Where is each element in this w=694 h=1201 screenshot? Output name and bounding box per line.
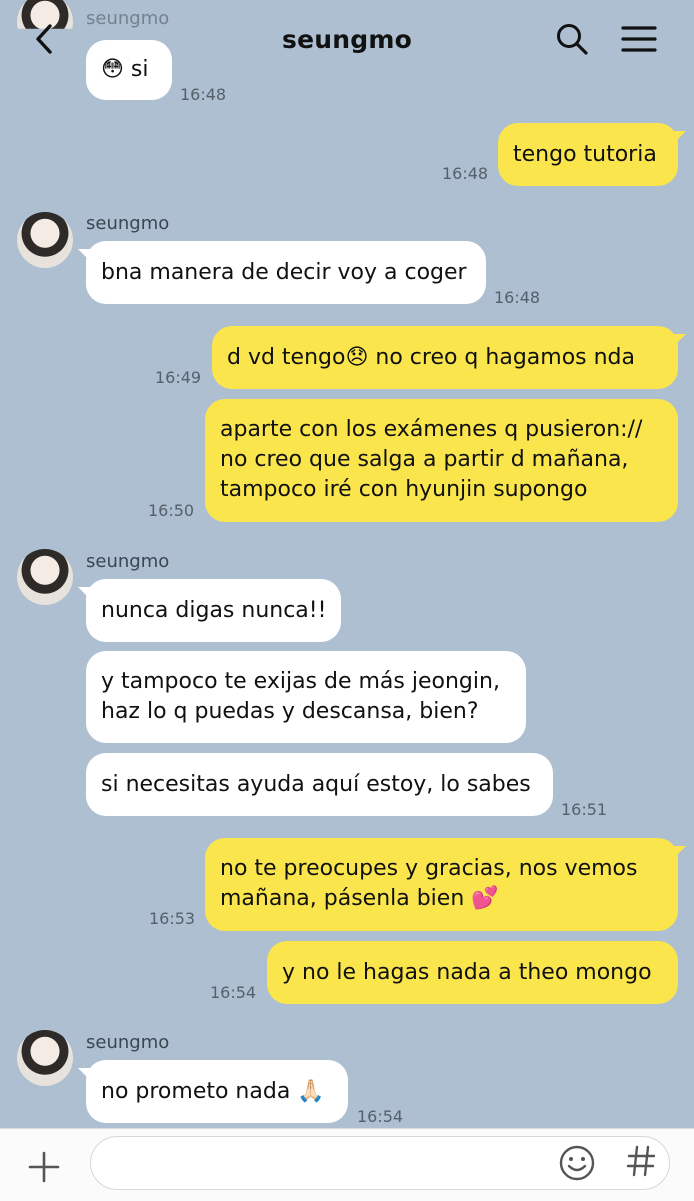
menu-button[interactable] [617,17,661,61]
message-time: 16:48 [180,85,227,104]
outgoing-message[interactable]: d vd tengo😞 no creo q hagamos nda [212,326,678,389]
hashtag-button[interactable] [624,1144,658,1182]
contact-avatar[interactable] [17,549,73,605]
plus-icon [28,1151,60,1183]
chevron-left-icon [36,24,52,54]
message-time: 16:53 [149,909,196,928]
sender-name: seungmo [86,551,170,572]
message-time: 16:49 [155,368,202,387]
message-time: 16:51 [561,800,608,819]
message-line: tampoco iré con hyunjin supongo [220,477,588,502]
message-line: no creo que salga a partir d mañana, [220,447,629,472]
message-line: y tampoco te exijas de más jeongin, [101,669,500,694]
message-text: tengo tutoria [513,141,657,167]
message-text: si necesitas ayuda aquí estoy, lo sabes [101,771,531,797]
message-line: aparte con los exámenes q pusieron:// [220,417,643,442]
message-text: d vd tengo😞 no creo q hagamos nda [227,344,635,370]
contact-avatar[interactable] [17,212,73,268]
message-time: 16:50 [148,501,195,520]
message-time: 16:48 [442,164,489,183]
incoming-message[interactable]: y tampoco te exijas de más jeongin, haz … [86,651,526,743]
smiley-icon [559,1145,595,1181]
message-text: bna manera de decir voy a coger [101,259,467,285]
sender-name: seungmo [86,213,170,234]
incoming-message[interactable]: bna manera de decir voy a coger [86,241,486,304]
message-line: haz lo q puedas y descansa, bien? [101,699,479,724]
message-line: no te preocupes y gracias, nos vemos [220,856,638,881]
message-time: 16:54 [357,1107,404,1126]
back-button[interactable] [22,17,66,61]
chat-area: seungmo 😳 si 16:48 tengo tutoria 16:48 s… [0,0,694,1130]
message-line: mañana, pásenla bien 💕 [220,886,499,911]
hashtag-icon [626,1145,656,1177]
chat-header: seungmo [0,0,694,78]
incoming-message[interactable]: no prometo nada 🙏🏻 [86,1060,348,1123]
outgoing-message[interactable]: aparte con los exámenes q pusieron:// no… [205,399,678,522]
search-icon [557,24,588,55]
message-text: nunca digas nunca!! [101,597,327,623]
search-button[interactable] [550,17,594,61]
message-text: y no le hagas nada a theo mongo [282,959,652,985]
message-time: 16:54 [210,983,257,1002]
message-time: 16:48 [494,288,541,307]
outgoing-message[interactable]: no te preocupes y gracias, nos vemos mañ… [205,838,678,931]
emoji-button[interactable] [558,1144,596,1182]
message-text: no prometo nada 🙏🏻 [101,1078,325,1104]
outgoing-message[interactable]: tengo tutoria [498,123,678,186]
outgoing-message[interactable]: y no le hagas nada a theo mongo [267,941,678,1004]
sender-name: seungmo [86,1032,170,1053]
hamburger-menu-icon [621,26,657,52]
add-attachment-button[interactable] [24,1147,64,1187]
incoming-message[interactable]: nunca digas nunca!! [86,579,341,642]
contact-avatar[interactable] [17,1030,73,1086]
incoming-message[interactable]: si necesitas ayuda aquí estoy, lo sabes [86,753,553,816]
chat-title: seungmo [282,24,412,54]
